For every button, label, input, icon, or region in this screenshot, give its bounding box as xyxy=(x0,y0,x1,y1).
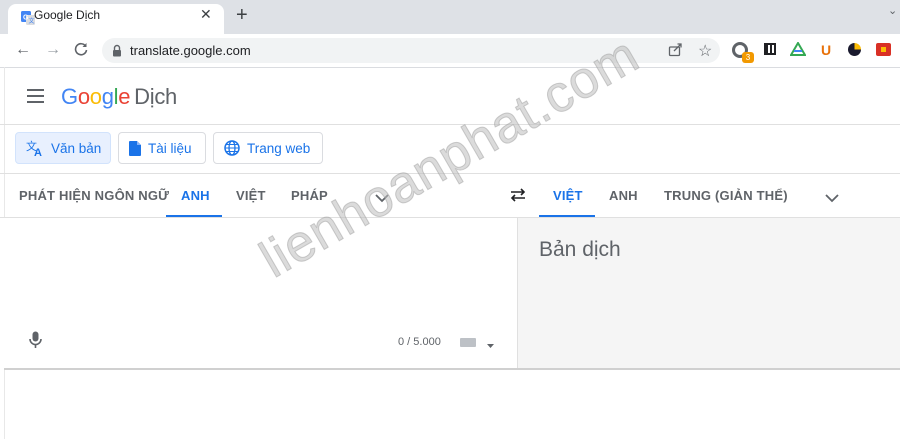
share-icon[interactable] xyxy=(668,42,684,62)
globe-icon xyxy=(224,140,240,156)
source-lang-tab-vietnamese[interactable]: VIỆT xyxy=(236,188,266,203)
extension-u-icon[interactable]: U xyxy=(821,42,831,58)
tab-title: Google Dịch xyxy=(34,8,101,22)
qr-code-icon[interactable] xyxy=(764,43,776,55)
source-lang-tab-french[interactable]: PHÁP xyxy=(291,188,328,203)
character-count: 0 / 5.000 xyxy=(398,336,441,348)
logo-letter: G xyxy=(61,84,78,109)
logo-letter: o xyxy=(77,84,90,109)
translate-icon: 文A xyxy=(26,139,44,157)
target-lang-tab-english[interactable]: ANH xyxy=(609,188,638,203)
main-menu-icon[interactable] xyxy=(27,89,44,107)
detect-language-tab[interactable]: PHÁT HIỆN NGÔN NGỮ xyxy=(19,188,169,203)
extension-flag-icon[interactable] xyxy=(876,43,891,56)
url-text[interactable]: translate.google.com xyxy=(130,43,251,58)
mode-websites-label: Trang web xyxy=(247,140,311,156)
google-translate-logo[interactable]: Google Dịch xyxy=(61,84,177,110)
source-lang-more-chevron-down-icon[interactable] xyxy=(375,190,389,208)
swap-languages-icon[interactable] xyxy=(509,187,527,208)
logo-letter: e xyxy=(118,84,131,109)
mode-text-button[interactable]: 文A Văn bản xyxy=(15,132,111,164)
document-icon xyxy=(129,140,141,156)
logo-letter: g xyxy=(101,84,114,109)
keyboard-icon[interactable] xyxy=(460,338,476,347)
panel-bottom-border xyxy=(4,368,900,370)
target-lang-tab-vietnamese[interactable]: VIỆT xyxy=(553,188,583,203)
extension-moon-icon[interactable] xyxy=(848,43,861,56)
translation-placeholder: Bản dịch xyxy=(539,238,621,261)
extension-drive-icon[interactable] xyxy=(789,41,807,62)
reload-icon[interactable] xyxy=(74,42,88,61)
back-icon[interactable]: ← xyxy=(15,41,31,59)
tab-search-icon[interactable]: ⌄ xyxy=(888,4,897,17)
mode-documents-label: Tài liệu xyxy=(148,140,192,156)
modes-divider xyxy=(0,173,900,174)
target-lang-tab-chinese-simplified[interactable]: TRUNG (GIẢN THỂ) xyxy=(664,188,788,203)
logo-letter: o xyxy=(89,84,102,109)
microphone-icon[interactable] xyxy=(29,331,42,354)
header-divider xyxy=(0,124,900,125)
new-tab-button[interactable]: + xyxy=(236,5,248,25)
forward-icon[interactable]: → xyxy=(45,41,61,59)
extension-badge: 3 xyxy=(742,52,754,63)
mode-documents-button[interactable]: Tài liệu xyxy=(118,132,206,164)
close-tab-icon[interactable]: ✕ xyxy=(200,6,212,23)
source-lang-tab-english[interactable]: ANH xyxy=(181,188,210,203)
lock-icon[interactable] xyxy=(112,44,122,62)
logo-suffix: Dịch xyxy=(134,84,177,109)
mode-text-label: Văn bản xyxy=(51,140,102,156)
google-logo-text: Google xyxy=(61,84,130,109)
svg-text:A: A xyxy=(34,147,42,157)
bookmark-star-icon[interactable]: ☆ xyxy=(698,41,712,61)
target-lang-more-chevron-down-icon[interactable] xyxy=(825,190,839,208)
keyboard-dropdown-caret-icon[interactable] xyxy=(487,336,494,354)
mode-websites-button[interactable]: Trang web xyxy=(213,132,323,164)
